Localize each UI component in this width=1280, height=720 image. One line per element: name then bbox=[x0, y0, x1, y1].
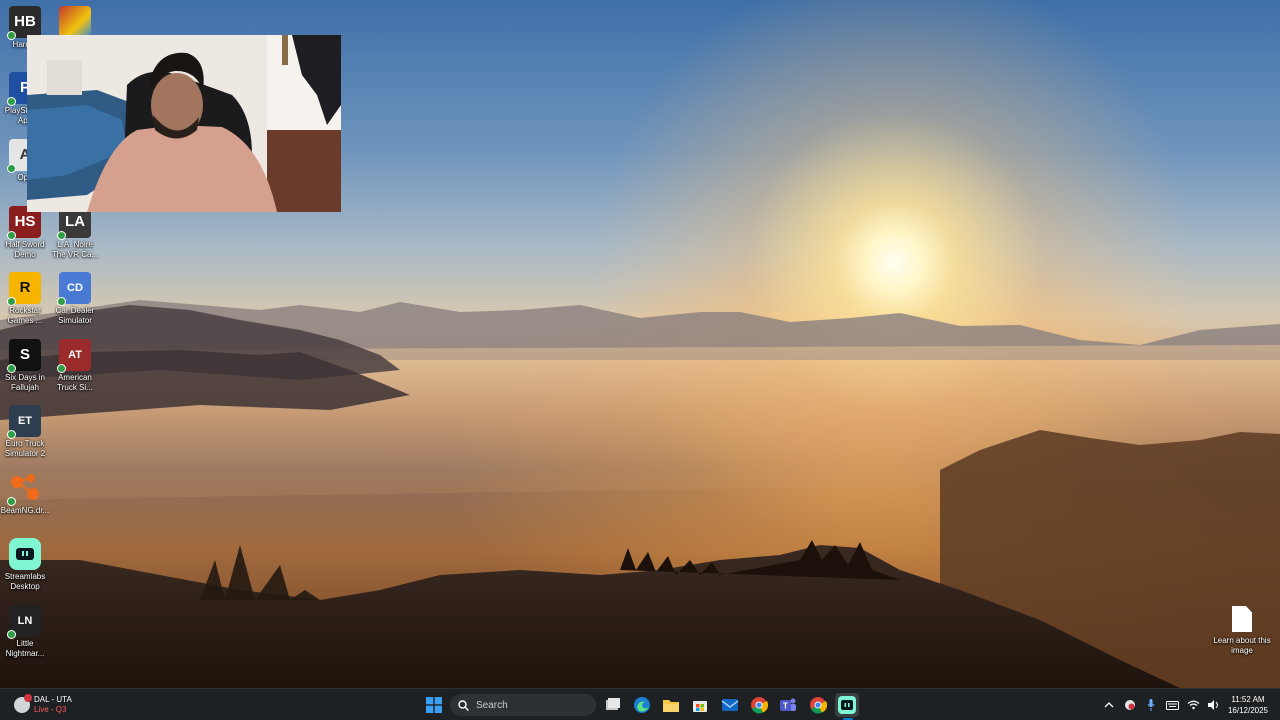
desktop-icon-streamlabs-desktop[interactable]: Streamlabs Desktop bbox=[0, 538, 50, 592]
six-days-icon: S bbox=[7, 339, 41, 373]
microphone-icon bbox=[1147, 699, 1155, 711]
sync-status-icon bbox=[7, 31, 16, 40]
edge-icon bbox=[634, 697, 650, 713]
windows-logo-icon bbox=[426, 697, 442, 713]
taskbar-clock[interactable]: 11:52 AM 16/12/2025 bbox=[1222, 694, 1274, 716]
sports-score-icon bbox=[14, 694, 32, 713]
desktop-icon-little-nightmares[interactable]: LN Little Nightmar... bbox=[0, 605, 50, 659]
desktop-icon-label: Streamlabs Desktop bbox=[4, 572, 46, 591]
outlook-button[interactable] bbox=[718, 693, 742, 717]
mail-icon bbox=[721, 699, 739, 711]
keyboard-icon bbox=[1165, 700, 1179, 710]
sync-status-icon bbox=[7, 231, 16, 240]
desktop-icon-la-noire-vr[interactable]: LA L.A. Noire The VR Ca... bbox=[50, 206, 100, 260]
sync-status-icon bbox=[7, 364, 16, 373]
widget-status: Live - Q3 bbox=[34, 705, 67, 714]
network-button[interactable] bbox=[1184, 693, 1202, 717]
document-icon bbox=[1232, 606, 1252, 632]
desktop-icon-label: Six Days in Fallujah bbox=[4, 373, 45, 392]
chrome-icon bbox=[751, 697, 768, 714]
taskbar-search-box[interactable]: Search bbox=[450, 694, 596, 716]
hard-bullet-icon: HB bbox=[7, 6, 41, 40]
desktop-icon-beamng-drive[interactable]: BeamNG.dr... bbox=[0, 472, 50, 516]
microphone-button[interactable] bbox=[1142, 693, 1160, 717]
search-label: Search bbox=[476, 699, 508, 711]
learn-about-label: Learn about this image bbox=[1213, 636, 1271, 655]
store-button[interactable] bbox=[688, 693, 712, 717]
tray-app-button[interactable] bbox=[1121, 693, 1139, 717]
file-explorer-button[interactable] bbox=[659, 693, 683, 717]
streamlabs-logo-icon bbox=[16, 548, 34, 560]
taskbar: DAL - UTA Live - Q3 Search T 11:52 AM 16… bbox=[0, 688, 1280, 720]
system-tray bbox=[1100, 693, 1226, 717]
taskbar-widget-sports[interactable]: DAL - UTA Live - Q3 bbox=[14, 693, 72, 717]
wifi-icon bbox=[1187, 700, 1199, 710]
sync-status-icon bbox=[57, 231, 66, 240]
start-button[interactable] bbox=[422, 693, 446, 717]
teams-icon: T bbox=[780, 698, 796, 711]
chrome-button[interactable] bbox=[747, 693, 771, 717]
rockstar-icon: R bbox=[7, 272, 41, 306]
sync-status-icon bbox=[7, 497, 16, 506]
record-icon bbox=[1125, 700, 1135, 710]
desktop-icon-half-sword-demo[interactable]: HS Half Sword Demo bbox=[0, 206, 50, 260]
task-view-icon bbox=[606, 698, 620, 710]
clock-date: 16/12/2025 bbox=[1227, 706, 1269, 715]
desktop-icon-label: Half Sword Demo bbox=[5, 240, 45, 259]
desktop-icon-car-dealer-simulator[interactable]: CD Car Dealer Simulator bbox=[50, 272, 100, 326]
desktop-icon-label: Little Nightmar... bbox=[5, 639, 45, 658]
sync-status-icon bbox=[7, 164, 16, 173]
desktop-icon-label: Car Dealer Simulator bbox=[55, 306, 95, 325]
streamlabs-icon bbox=[9, 538, 41, 570]
desktop-icon-six-days-in-fallujah[interactable]: S Six Days in Fallujah bbox=[0, 339, 50, 393]
webcam-overlay bbox=[27, 35, 341, 212]
desktop-icon-rockstar-games[interactable]: R Rockstar Games ... bbox=[0, 272, 50, 326]
streamlabs-icon bbox=[838, 696, 856, 714]
desktop-icon-american-truck-simulator[interactable]: AT American Truck Si... bbox=[50, 339, 100, 393]
clock-time: 11:52 AM bbox=[1231, 695, 1265, 704]
task-view-button[interactable] bbox=[601, 693, 625, 717]
keyboard-button[interactable] bbox=[1163, 693, 1181, 717]
desktop-icon-label: BeamNG.dr... bbox=[0, 506, 50, 515]
sync-status-icon bbox=[7, 430, 16, 439]
car-dealer-icon: CD bbox=[57, 272, 91, 306]
desktop-icon-label: Euro Truck Simulator 2 bbox=[4, 439, 46, 458]
svg-text:T: T bbox=[783, 702, 788, 711]
volume-button[interactable] bbox=[1205, 693, 1223, 717]
desktop-icon-label: Rockstar Games ... bbox=[7, 306, 43, 325]
chevron-up-icon bbox=[1104, 702, 1114, 708]
truck-icon: AT bbox=[57, 339, 91, 373]
chrome-icon bbox=[810, 697, 827, 714]
teams-button[interactable]: T bbox=[776, 693, 800, 717]
edge-taskbar-button[interactable] bbox=[630, 693, 654, 717]
app-icon bbox=[59, 6, 91, 38]
desktop-icon-label: American Truck Si... bbox=[57, 373, 93, 392]
sync-status-icon bbox=[57, 297, 66, 306]
sync-status-icon bbox=[7, 630, 16, 639]
desktop-icon-label: L.A. Noire The VR Ca... bbox=[51, 240, 99, 259]
webcam-feed bbox=[27, 35, 341, 212]
widget-title: DAL - UTA bbox=[34, 695, 72, 704]
desktop-icon-euro-truck-simulator-2[interactable]: ET Euro Truck Simulator 2 bbox=[0, 405, 50, 459]
store-icon bbox=[693, 701, 707, 712]
learn-about-this-image[interactable]: Learn about this image bbox=[1213, 606, 1271, 656]
streamlabs-taskbar-button[interactable] bbox=[835, 693, 859, 717]
sync-status-icon bbox=[57, 364, 66, 373]
beamng-icon bbox=[7, 472, 41, 506]
folder-icon bbox=[663, 700, 679, 712]
sync-status-icon bbox=[7, 297, 16, 306]
show-hidden-icons-button[interactable] bbox=[1100, 693, 1118, 717]
sync-status-icon bbox=[7, 97, 16, 106]
chrome-profile-button[interactable] bbox=[806, 693, 830, 717]
speaker-icon bbox=[1208, 700, 1218, 710]
truck-icon: ET bbox=[7, 405, 41, 439]
search-icon bbox=[458, 699, 469, 711]
little-nightmares-icon: LN bbox=[7, 605, 41, 639]
